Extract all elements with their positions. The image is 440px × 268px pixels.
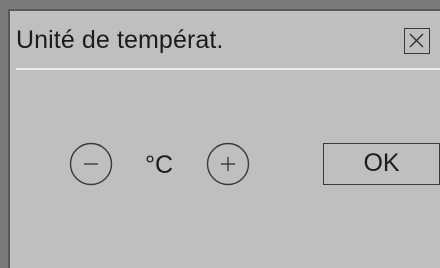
temperature-unit-value: °C — [145, 151, 174, 179]
increase-button[interactable] — [206, 142, 250, 186]
decrease-button[interactable] — [69, 142, 113, 186]
temperature-unit-dialog: Unité de températ. °C OK — [8, 9, 440, 268]
title-divider — [16, 68, 440, 70]
ok-button[interactable]: OK — [323, 143, 440, 185]
close-icon — [409, 33, 424, 48]
dialog-titlebar: Unité de températ. — [10, 11, 440, 69]
minus-icon — [69, 142, 113, 186]
close-button[interactable] — [404, 28, 430, 54]
dialog-title: Unité de températ. — [16, 26, 224, 54]
plus-icon — [206, 142, 250, 186]
